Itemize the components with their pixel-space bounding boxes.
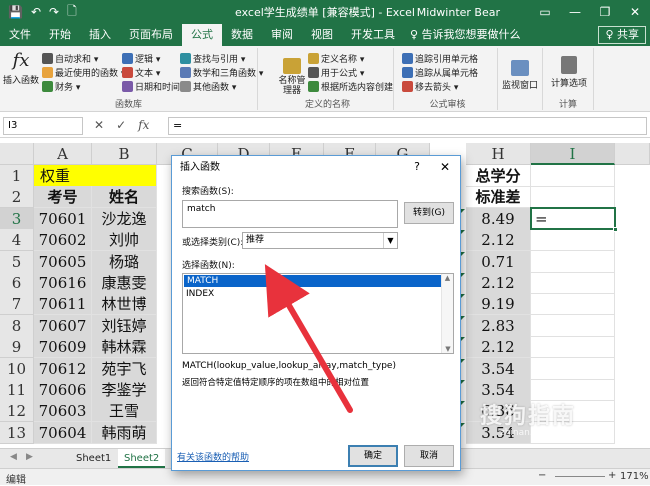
arrow-line: [264, 264, 353, 413]
annotation-arrow: [264, 264, 353, 413]
